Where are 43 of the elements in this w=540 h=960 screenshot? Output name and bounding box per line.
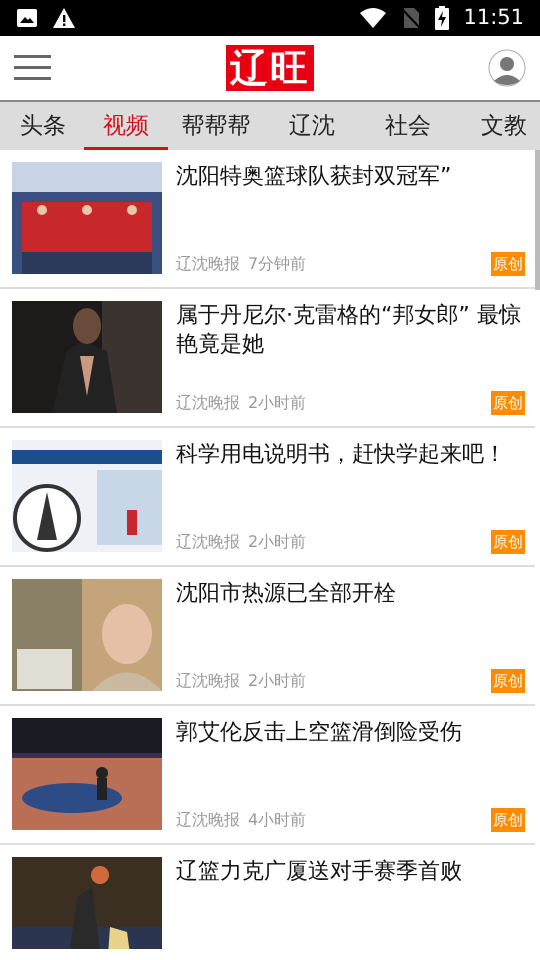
original-badge: 原创 [491,808,525,832]
article-source: 辽沈晚报 [176,809,240,831]
article-row[interactable]: 辽篮力克广厦送对手赛季首败 [0,845,535,949]
original-badge: 原创 [491,530,525,554]
category-tab[interactable]: 社会 [360,102,456,150]
article-source: 辽沈晚报 [176,531,240,553]
category-tab[interactable]: 辽沈 [264,102,360,150]
article-row[interactable]: 属于丹尼尔·克雷格的“邦女郎” 最惊艳竟是她 辽沈晚报 2小时前 原创 [0,289,535,428]
article-time: 2小时前 [248,392,306,414]
user-avatar-icon[interactable] [488,49,526,87]
warning-icon [52,7,76,29]
article-source: 辽沈晚报 [176,670,240,692]
category-tab[interactable]: 头条 [2,102,84,150]
menu-icon[interactable] [14,55,52,81]
image-icon [16,8,38,28]
article-title: 科学用电说明书，赶快学起来吧！ [176,441,507,469]
article-row[interactable]: 沈阳市热源已全部开栓 辽沈晚报 2小时前 原创 [0,567,535,706]
article-title: 辽篮力克广厦送对手赛季首败 [176,858,463,886]
article-title: 属于丹尼尔·克雷格的“邦女郎” 最惊艳竟是她 [176,302,522,359]
category-tab[interactable]: 视频 [84,102,168,150]
article-title: 沈阳市热源已全部开栓 [176,580,397,608]
no-sim-icon [401,7,422,29]
original-badge: 原创 [491,252,525,276]
battery-charging-icon [435,6,450,30]
app-logo: 辽旺 [226,45,314,91]
wifi-icon [359,7,388,29]
article-title: 郭艾伦反击上空篮滑倒险受伤 [176,719,463,747]
original-badge: 原创 [491,391,525,415]
status-time: 11:51 [463,4,524,32]
article-row[interactable]: 科学用电说明书，赶快学起来吧！ 辽沈晚报 2小时前 原创 [0,428,535,567]
article-source: 辽沈晚报 [176,253,240,275]
article-time: 7分钟前 [248,253,306,275]
article-time: 2小时前 [248,531,306,553]
article-time: 4小时前 [248,809,306,831]
article-time: 2小时前 [248,670,306,692]
article-row[interactable]: 郭艾伦反击上空篮滑倒险受伤 辽沈晚报 4小时前 原创 [0,706,535,845]
article-title: 沈阳特奥篮球队获封双冠军” [176,163,452,191]
article-row[interactable]: 沈阳特奥篮球队获封双冠军” 辽沈晚报 7分钟前 原创 [0,150,535,289]
article-source: 辽沈晚报 [176,392,240,414]
category-tab[interactable]: 文教 [456,102,540,150]
scrollbar[interactable] [535,150,540,290]
original-badge: 原创 [491,669,525,693]
category-tab[interactable]: 帮帮帮 [168,102,264,150]
